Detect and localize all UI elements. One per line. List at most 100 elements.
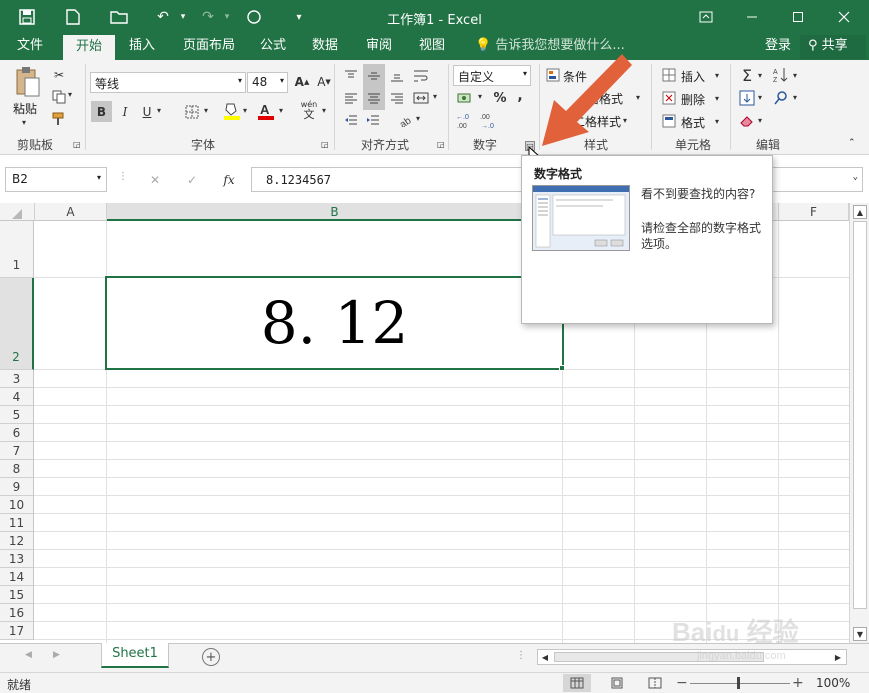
tab-view[interactable]: 视图 [411, 33, 453, 60]
sort-filter-icon[interactable]: AZ [771, 65, 791, 85]
new-sheet-icon[interactable]: + [202, 648, 220, 666]
increase-decimal-icon[interactable]: ←.0.00 [455, 111, 477, 131]
minimize-icon[interactable] [741, 6, 763, 28]
fill-color-dropdown-icon[interactable]: ▾ [243, 106, 247, 115]
vertical-scrollbar[interactable]: ▲ ▼ [849, 203, 869, 643]
align-bottom-icon[interactable] [387, 66, 407, 86]
tab-page-layout[interactable]: 页面布局 [175, 33, 243, 60]
row-header-13[interactable]: 13 [0, 550, 34, 568]
clipboard-launcher-icon[interactable]: ◲ [73, 140, 81, 149]
font-color-dropdown-icon[interactable]: ▾ [279, 106, 283, 115]
italic-button[interactable]: I [116, 101, 134, 122]
align-center-icon[interactable] [363, 86, 385, 110]
row-header-8[interactable]: 8 [0, 460, 34, 478]
bold-button[interactable]: B [91, 101, 112, 122]
insert-label[interactable]: 插入 [681, 68, 705, 85]
name-box[interactable]: B2 ▾ [5, 167, 107, 192]
clear-icon[interactable] [737, 111, 757, 131]
delete-label[interactable]: 删除 [681, 91, 705, 108]
paste-dropdown-icon[interactable]: ▾ [22, 118, 26, 127]
share-button[interactable]: ⚲ 共享 [800, 35, 866, 59]
align-left-icon[interactable] [341, 88, 361, 108]
phonetic-dropdown-icon[interactable]: ▾ [322, 106, 326, 115]
row-header-7[interactable]: 7 [0, 442, 34, 460]
previous-sheet-icon[interactable]: ◀ [25, 650, 32, 660]
sort-dropdown-icon[interactable]: ▾ [793, 71, 797, 80]
tab-review[interactable]: 审阅 [358, 33, 400, 60]
cancel-entry-icon[interactable]: ✕ [145, 171, 165, 189]
row-header-3[interactable]: 3 [0, 370, 34, 388]
page-break-view-icon[interactable] [641, 674, 669, 692]
row-header-1[interactable]: 1 [0, 221, 34, 278]
zoom-out-icon[interactable]: − [676, 675, 688, 691]
font-size-combo[interactable]: 48 ▾ [247, 72, 288, 93]
sheet-tab-sheet1[interactable]: Sheet1 [101, 643, 169, 668]
row-header-10[interactable]: 10 [0, 496, 34, 514]
close-icon[interactable] [833, 6, 855, 28]
decrease-decimal-icon[interactable]: .00 →.0 [479, 111, 501, 131]
row-header-4[interactable]: 4 [0, 388, 34, 406]
format-label[interactable]: 格式 [681, 114, 705, 131]
format-as-table-dropdown-icon[interactable]: ▾ [636, 93, 640, 102]
clear-dropdown-icon[interactable]: ▾ [758, 116, 762, 125]
font-name-combo[interactable]: 等线 ▾ [90, 72, 246, 93]
fill-dropdown-icon[interactable]: ▾ [758, 93, 762, 102]
tab-insert[interactable]: 插入 [121, 33, 163, 60]
fill-handle[interactable] [559, 365, 565, 371]
orientation-dropdown-icon[interactable]: ▾ [416, 114, 420, 123]
confirm-entry-icon[interactable]: ✓ [182, 171, 202, 189]
column-header-f[interactable]: F [779, 203, 849, 221]
zoom-level[interactable]: 100% [816, 676, 850, 690]
autosum-icon[interactable]: Σ [737, 65, 757, 85]
copy-dropdown-icon[interactable]: ▾ [68, 90, 72, 99]
percent-style-button[interactable]: % [490, 88, 510, 108]
zoom-in-icon[interactable]: + [792, 675, 804, 691]
row-header-9[interactable]: 9 [0, 478, 34, 496]
tab-formulas[interactable]: 公式 [252, 33, 294, 60]
copy-icon[interactable] [50, 88, 68, 106]
tab-file[interactable]: 文件 [9, 33, 51, 60]
scroll-up-icon[interactable]: ▲ [853, 205, 867, 219]
align-middle-icon[interactable] [363, 64, 385, 88]
insert-dropdown-icon[interactable]: ▾ [715, 71, 719, 80]
format-cells-icon[interactable] [661, 113, 677, 129]
row-header-15[interactable]: 15 [0, 586, 34, 604]
zoom-slider-thumb[interactable] [737, 677, 740, 689]
vertical-scroll-thumb[interactable] [853, 221, 867, 609]
row-header-6[interactable]: 6 [0, 424, 34, 442]
accounting-format-icon[interactable] [455, 89, 477, 107]
underline-button[interactable]: U [138, 101, 156, 122]
decrease-indent-icon[interactable] [341, 110, 361, 130]
maximize-icon[interactable] [787, 6, 809, 28]
expand-formula-icon[interactable]: ⌄ [853, 172, 858, 182]
scroll-down-icon[interactable]: ▼ [853, 627, 867, 641]
merge-center-icon[interactable] [411, 88, 431, 108]
insert-cells-icon[interactable] [661, 67, 677, 83]
orientation-icon[interactable]: ab [396, 110, 416, 130]
align-top-icon[interactable] [341, 66, 361, 86]
delete-dropdown-icon[interactable]: ▾ [715, 94, 719, 103]
grow-font-icon[interactable]: A ▲ [293, 73, 311, 91]
alignment-launcher-icon[interactable]: ◲ [437, 140, 445, 149]
find-select-icon[interactable] [771, 88, 791, 108]
select-all-corner[interactable] [0, 203, 35, 221]
column-header-b[interactable]: B [107, 203, 563, 221]
accounting-dropdown-icon[interactable]: ▾ [478, 92, 482, 101]
phonetic-guide-icon[interactable]: wén 文 [298, 98, 320, 122]
row-header-12[interactable]: 12 [0, 532, 34, 550]
tab-split-handle[interactable]: ⋮ [516, 650, 526, 661]
borders-icon[interactable] [182, 102, 202, 122]
page-layout-view-icon[interactable] [603, 674, 631, 692]
horizontal-scrollbar[interactable]: ◀ ▶ [537, 649, 847, 665]
autosum-dropdown-icon[interactable]: ▾ [758, 71, 762, 80]
cell-b2[interactable]: 8. 12 [105, 276, 564, 370]
collapse-ribbon-icon[interactable]: ⌃ [848, 138, 856, 148]
paste-icon[interactable] [12, 66, 42, 98]
fill-color-icon[interactable] [222, 100, 242, 122]
zoom-slider[interactable] [690, 683, 790, 684]
borders-dropdown-icon[interactable]: ▾ [204, 106, 208, 115]
row-header-14[interactable]: 14 [0, 568, 34, 586]
row-header-2[interactable]: 2 [0, 278, 34, 370]
find-dropdown-icon[interactable]: ▾ [793, 93, 797, 102]
comma-style-button[interactable]: , [512, 86, 528, 106]
